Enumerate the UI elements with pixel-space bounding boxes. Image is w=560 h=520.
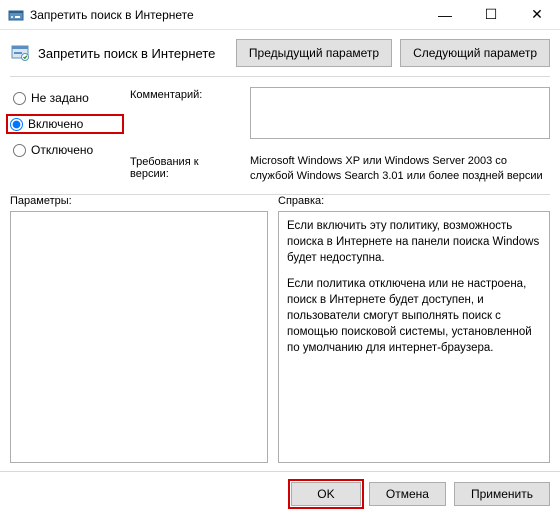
parameters-panel: Параметры: <box>10 195 268 463</box>
config-section: Не задано Включено Отключено Комментарий… <box>0 77 560 194</box>
window-title: Запретить поиск в Интернете <box>30 8 422 22</box>
help-paragraph: Если включить эту политику, возможность … <box>287 218 541 266</box>
policy-title: Запретить поиск в Интернете <box>38 46 228 61</box>
minimize-button[interactable]: — <box>422 0 468 30</box>
titlebar: Запретить поиск в Интернете — ☐ ✕ <box>0 0 560 30</box>
requirements-label: Требования к версии: <box>130 154 240 180</box>
radio-enabled-input[interactable] <box>10 118 23 131</box>
lower-section: Параметры: Справка: Если включить эту по… <box>0 195 560 463</box>
radio-not-configured-label: Не задано <box>31 91 89 105</box>
comment-field[interactable] <box>250 87 550 139</box>
radio-disabled[interactable]: Отключено <box>10 141 120 159</box>
fields-column: Комментарий: Требования к версии: Micros… <box>130 87 550 184</box>
radio-group: Не задано Включено Отключено <box>10 87 120 184</box>
radio-not-configured-input[interactable] <box>13 92 26 105</box>
header-row: Запретить поиск в Интернете Предыдущий п… <box>0 30 560 76</box>
help-box: Если включить эту политику, возможность … <box>278 211 550 463</box>
radio-disabled-input[interactable] <box>13 144 26 157</box>
window-icon <box>8 7 24 23</box>
apply-button[interactable]: Применить <box>454 482 550 506</box>
help-label: Справка: <box>278 195 550 207</box>
help-panel: Справка: Если включить эту политику, воз… <box>278 195 550 463</box>
radio-not-configured[interactable]: Не задано <box>10 89 120 107</box>
radio-disabled-label: Отключено <box>31 143 93 157</box>
previous-setting-button[interactable]: Предыдущий параметр <box>236 39 392 67</box>
requirements-row: Требования к версии: Microsoft Windows X… <box>130 154 550 184</box>
next-setting-button[interactable]: Следующий параметр <box>400 39 550 67</box>
ok-button[interactable]: OK <box>291 482 361 506</box>
cancel-button[interactable]: Отмена <box>369 482 446 506</box>
footer: OK Отмена Применить <box>0 471 560 517</box>
radio-enabled[interactable]: Включено <box>6 114 124 134</box>
requirements-text: Microsoft Windows XP или Windows Server … <box>250 154 550 184</box>
close-button[interactable]: ✕ <box>514 0 560 30</box>
maximize-button[interactable]: ☐ <box>468 0 514 30</box>
help-paragraph: Если политика отключена или не настроена… <box>287 276 541 356</box>
parameters-box <box>10 211 268 463</box>
parameters-label: Параметры: <box>10 195 268 207</box>
policy-icon <box>10 43 30 63</box>
radio-enabled-label: Включено <box>28 117 83 131</box>
comment-row: Комментарий: <box>130 87 550 142</box>
comment-label: Комментарий: <box>130 87 240 101</box>
